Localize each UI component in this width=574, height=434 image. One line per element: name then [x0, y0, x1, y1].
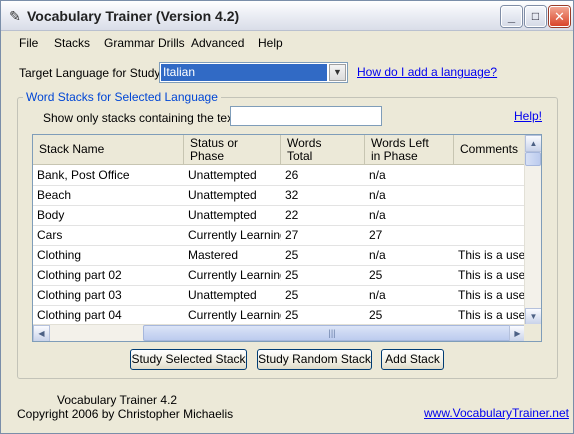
- copyright-text: Copyright 2006 by Christopher Michaelis: [17, 407, 234, 421]
- table-cell: This is a user-d: [458, 248, 526, 262]
- language-selected-value: Italian: [161, 64, 327, 81]
- table-cell: 25: [369, 268, 383, 282]
- table-row[interactable]: Beach Unattempted 32 n/a: [33, 186, 526, 206]
- title-bar[interactable]: ✎ Vocabulary Trainer (Version 4.2) _ □ ✕: [1, 1, 573, 31]
- menu-help[interactable]: Help: [258, 36, 283, 50]
- language-select[interactable]: Italian ▼: [159, 62, 348, 83]
- add-language-help-link[interactable]: How do I add a language?: [357, 65, 497, 79]
- language-label: Target Language for Study:: [19, 66, 164, 80]
- table-row[interactable]: Clothing Mastered 25 n/a This is a user-d: [33, 246, 526, 266]
- table-cell: Mastered: [188, 248, 239, 262]
- table-cell: n/a: [369, 188, 386, 202]
- column-header-comments[interactable]: Comments: [454, 135, 534, 164]
- help-link[interactable]: Help!: [514, 109, 542, 123]
- table-cell: Currently Learning: [188, 228, 281, 242]
- table-cell: Currently Learning: [188, 268, 281, 282]
- column-header-stack-name[interactable]: Stack Name: [33, 135, 184, 164]
- table-cell: Clothing part 04: [37, 308, 122, 322]
- table-cell: n/a: [369, 288, 386, 302]
- table-cell: Beach: [37, 188, 72, 202]
- table-row[interactable]: Clothing part 04 Currently Learning 25 25 Th…: [33, 306, 526, 326]
- add-stack-button[interactable]: Add Stack: [381, 349, 444, 370]
- table-cell: 27: [285, 228, 299, 242]
- vertical-scrollbar[interactable]: ▲ ▼: [524, 135, 541, 325]
- table-cell: [454, 186, 526, 205]
- table-cell: Clothing part 03: [37, 288, 122, 302]
- close-button[interactable]: ✕: [549, 6, 570, 27]
- minimize-button[interactable]: _: [501, 6, 522, 27]
- table-row[interactable]: Cars Currently Learning 27 27: [33, 226, 526, 246]
- column-header-words-total[interactable]: Words Total: [281, 135, 365, 164]
- table-cell: n/a: [369, 168, 386, 182]
- table-cell: Body: [37, 208, 65, 222]
- table-cell: n/a: [369, 208, 386, 222]
- word-stacks-group-legend: Word Stacks for Selected Language: [23, 90, 221, 104]
- table-cell: This is a user-d: [458, 308, 526, 322]
- list-rows: Bank, Post Office Unattempted 26 n/a Beach Un…: [33, 166, 526, 326]
- website-link[interactable]: www.VocabularyTrainer.net: [424, 406, 569, 420]
- list-header: Stack Name Status or Phase Words Total Wor…: [33, 135, 534, 165]
- table-cell: 25: [285, 248, 299, 262]
- book-icon: ✎: [9, 8, 21, 24]
- table-cell: 25: [285, 288, 299, 302]
- table-cell: 25: [369, 308, 383, 322]
- table-cell: This is a user-d: [458, 268, 526, 282]
- filter-label: Show only stacks containing the text:: [43, 111, 240, 125]
- menu-bar: File Stacks Grammar Drills Advanced Help: [1, 32, 573, 54]
- app-window: ✎ Vocabulary Trainer (Version 4.2) _ □ ✕…: [0, 0, 574, 434]
- column-header-words-left[interactable]: Words Left in Phase: [365, 135, 454, 164]
- menu-file[interactable]: File: [19, 36, 38, 50]
- table-cell: Bank, Post Office: [37, 168, 130, 182]
- menu-stacks[interactable]: Stacks: [54, 36, 90, 50]
- scroll-left-icon[interactable]: ◀: [33, 325, 50, 341]
- app-version-text: Vocabulary Trainer 4.2: [57, 393, 178, 407]
- table-cell: Currently Learning: [188, 308, 281, 322]
- study-selected-stack-button[interactable]: Study Selected Stack: [130, 349, 247, 370]
- horizontal-scrollbar[interactable]: ◀ ||| ▶: [33, 324, 526, 341]
- table-cell: This is a user-d: [458, 288, 526, 302]
- table-cell: Unattempted: [188, 288, 257, 302]
- menu-advanced[interactable]: Advanced: [191, 36, 244, 50]
- table-row[interactable]: Clothing part 02 Currently Learning 25 25 Th…: [33, 266, 526, 286]
- vertical-scroll-thumb[interactable]: [525, 152, 541, 166]
- table-row[interactable]: Body Unattempted 22 n/a: [33, 206, 526, 226]
- table-cell: n/a: [369, 248, 386, 262]
- table-cell: [454, 166, 526, 185]
- menu-grammar-drills[interactable]: Grammar Drills: [104, 36, 185, 50]
- column-header-status[interactable]: Status or Phase: [184, 135, 281, 164]
- table-cell: 26: [285, 168, 299, 182]
- table-cell: 25: [285, 308, 299, 322]
- window-title: Vocabulary Trainer (Version 4.2): [27, 8, 240, 24]
- scroll-up-icon[interactable]: ▲: [525, 135, 541, 152]
- scrollbar-corner: [524, 324, 541, 341]
- table-cell: Unattempted: [188, 208, 257, 222]
- horizontal-scroll-thumb[interactable]: |||: [143, 325, 521, 341]
- stacks-list[interactable]: Stack Name Status or Phase Words Total Wor…: [32, 134, 542, 342]
- maximize-button[interactable]: □: [525, 6, 546, 27]
- table-cell: 32: [285, 188, 299, 202]
- table-cell: 22: [285, 208, 299, 222]
- table-cell: 25: [285, 268, 299, 282]
- scroll-down-icon[interactable]: ▼: [525, 308, 541, 325]
- filter-input[interactable]: [230, 106, 382, 126]
- table-cell: [454, 226, 526, 245]
- table-cell: Cars: [37, 228, 63, 242]
- table-row[interactable]: Bank, Post Office Unattempted 26 n/a: [33, 166, 526, 186]
- table-cell: [454, 206, 526, 225]
- table-cell: Clothing part 02: [37, 268, 122, 282]
- study-random-stack-button[interactable]: Study Random Stack: [257, 349, 372, 370]
- table-cell: Clothing: [37, 248, 82, 262]
- chevron-down-icon[interactable]: ▼: [329, 64, 346, 81]
- table-cell: 27: [369, 228, 383, 242]
- table-row[interactable]: Clothing part 03 Unattempted 25 n/a This is …: [33, 286, 526, 306]
- table-cell: Unattempted: [188, 188, 257, 202]
- table-cell: Unattempted: [188, 168, 257, 182]
